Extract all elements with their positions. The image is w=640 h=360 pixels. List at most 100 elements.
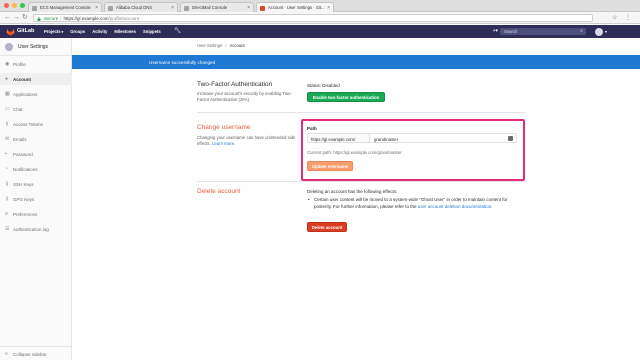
change-username-title: Change username <box>197 124 251 131</box>
tab-label: Account · User Settings · Git... <box>268 5 325 10</box>
delete-account-intro: Deleting an account has the following ef… <box>307 189 398 194</box>
applications-icon: ▦ <box>5 90 10 97</box>
two-factor-description: Increase your account's security by enab… <box>197 91 292 102</box>
sidebar-item-label: Emails <box>13 136 27 142</box>
chevron-down-icon[interactable]: ▾ <box>605 29 607 34</box>
brand-name[interactable]: GitLab <box>17 28 34 34</box>
lock-icon: ▪ <box>5 150 7 157</box>
nav-milestones[interactable]: Milestones <box>114 29 136 34</box>
chat-icon: ▭ <box>5 105 10 112</box>
browser-tab[interactable]: ECS Management Console × <box>28 2 102 12</box>
nav-label: Projects <box>44 29 61 34</box>
close-tab-icon[interactable]: × <box>327 5 330 11</box>
two-factor-status: Status: Disabled <box>307 83 340 88</box>
sidebar-item-label: Profile <box>13 61 26 67</box>
enable-two-factor-button[interactable]: Enable two-factor authentication <box>307 92 385 102</box>
update-username-button[interactable]: Update username <box>307 161 353 171</box>
favicon-icon <box>108 5 113 11</box>
close-tab-icon[interactable]: × <box>95 5 98 11</box>
sidebar-item-notifications[interactable]: ◔ Notifications <box>0 163 72 175</box>
favicon-icon <box>32 5 37 11</box>
sidebar-title[interactable]: User Settings <box>0 38 72 56</box>
path-label: Path <box>307 126 317 131</box>
search-icon: ⌕ <box>580 28 583 34</box>
nav-groups[interactable]: Groups <box>70 29 85 34</box>
sidebar-item-access-tokens[interactable]: ⚷ Access Tokens <box>0 118 72 130</box>
gitlab-header: GitLab Projects▾ Groups Activity Milesto… <box>0 25 640 38</box>
sidebar-item-label: Preferences <box>13 211 38 217</box>
bullet-icon: • <box>308 197 310 202</box>
address-bar-row: ← → ↻ Secure | https://gl.example.com /p… <box>0 12 640 24</box>
account-icon: ● <box>5 75 9 82</box>
learn-more-link[interactable]: Learn more. <box>212 141 235 146</box>
log-icon: ☰ <box>5 225 10 232</box>
flash-message: Username successfully changed <box>149 59 216 65</box>
collapse-sidebar-label: Collapse sidebar <box>13 351 47 357</box>
delete-account-title: Delete account <box>197 188 241 195</box>
wrench-icon[interactable]: 🔧︎ <box>174 28 181 34</box>
path-prefix: https://gl.example.com/ <box>307 133 370 143</box>
sidebar-item-label: Applications <box>13 91 38 97</box>
delete-account-effect: • Certain user content will be moved to … <box>308 197 514 210</box>
sidebar-item-account[interactable]: ● Account <box>0 73 72 85</box>
nav-activity[interactable]: Activity <box>92 29 107 34</box>
chevron-down-icon: ▾ <box>61 30 64 34</box>
sidebar-item-label: Authentication log <box>13 226 49 232</box>
username-input[interactable]: grandmaster <box>369 133 517 143</box>
lock-icon <box>37 16 41 21</box>
gitlab-logo-icon[interactable] <box>6 28 15 36</box>
avatar[interactable] <box>595 27 603 36</box>
section-divider <box>197 112 527 113</box>
zoom-window-button[interactable] <box>20 3 25 8</box>
browser-extension-icons[interactable]: ☆ ⋮ <box>612 14 634 21</box>
collapse-sidebar-button[interactable]: « Collapse sidebar <box>0 346 72 360</box>
sidebar-item-label: Password <box>13 151 33 157</box>
reload-icon[interactable]: ↻ <box>22 14 28 22</box>
url-path: /profile/account <box>108 15 139 21</box>
delete-effect-end: . <box>491 203 493 209</box>
sidebar-item-applications[interactable]: ▦ Applications <box>0 88 72 100</box>
sidebar-item-authentication-log[interactable]: ☰ Authentication log <box>0 223 72 235</box>
key-icon: ⚷ <box>5 195 9 202</box>
username-value: grandmaster <box>374 136 399 142</box>
plus-icon[interactable]: +▾ <box>493 28 498 34</box>
close-tab-icon[interactable]: × <box>247 5 250 11</box>
sidebar-item-label: SSH Keys <box>13 181 34 187</box>
sidebar-item-ssh-keys[interactable]: ⚷ SSH Keys <box>0 178 72 190</box>
current-path-text: Current path: https://gl.example.com/gra… <box>307 150 402 155</box>
url-separator: | <box>60 15 62 21</box>
bell-icon: ◔ <box>5 165 9 172</box>
breadcrumb-parent[interactable]: User Settings <box>197 43 222 48</box>
preferences-icon: ≡ <box>5 210 8 217</box>
sidebar-item-password[interactable]: ▪ Password <box>0 148 72 160</box>
browser-tab[interactable]: Alibaba Cloud DNS × <box>104 2 178 12</box>
breadcrumb-current[interactable]: Account <box>230 43 245 48</box>
sidebar-item-gpg-keys[interactable]: ⚷ GPG Keys <box>0 193 72 205</box>
delete-account-button[interactable]: Delete account <box>307 222 347 232</box>
sidebar-item-chat[interactable]: ▭ Chat <box>0 103 72 115</box>
search-placeholder: Search <box>504 29 518 34</box>
sidebar-item-label: Chat <box>13 106 23 112</box>
deletion-documentation-link[interactable]: user account deletion documentation <box>418 204 492 209</box>
tab-label: ECS Management Console <box>40 5 91 10</box>
close-window-button[interactable] <box>4 3 9 8</box>
window-controls <box>4 3 25 8</box>
url-field[interactable]: Secure | https://gl.example.com /profile… <box>33 14 593 22</box>
user-avatar <box>5 43 13 51</box>
sidebar-item-preferences[interactable]: ≡ Preferences <box>0 208 72 220</box>
change-username-description: Changing your username can have unintend… <box>197 135 297 147</box>
browser-tab[interactable]: DirectMail Console × <box>180 2 254 12</box>
two-factor-title: Two-Factor Authentication <box>197 81 273 88</box>
sidebar-item-emails[interactable]: ✉ Emails <box>0 133 72 145</box>
sidebar-item-profile[interactable]: ◉ Profile <box>0 58 72 70</box>
nav-projects[interactable]: Projects▾ <box>44 29 63 34</box>
minimize-window-button[interactable] <box>12 3 17 8</box>
browser-tab-active[interactable]: Account · User Settings · Git... × <box>256 2 334 12</box>
search-input[interactable]: Search ⌕ <box>500 28 586 35</box>
close-tab-icon[interactable]: × <box>171 5 174 11</box>
back-arrow-icon[interactable]: ← <box>4 14 11 22</box>
autofill-key-icon[interactable] <box>508 136 513 141</box>
forward-arrow-icon[interactable]: → <box>13 14 20 22</box>
nav-snippets[interactable]: Snippets <box>143 29 161 34</box>
sidebar-title-label: User Settings <box>18 44 49 50</box>
